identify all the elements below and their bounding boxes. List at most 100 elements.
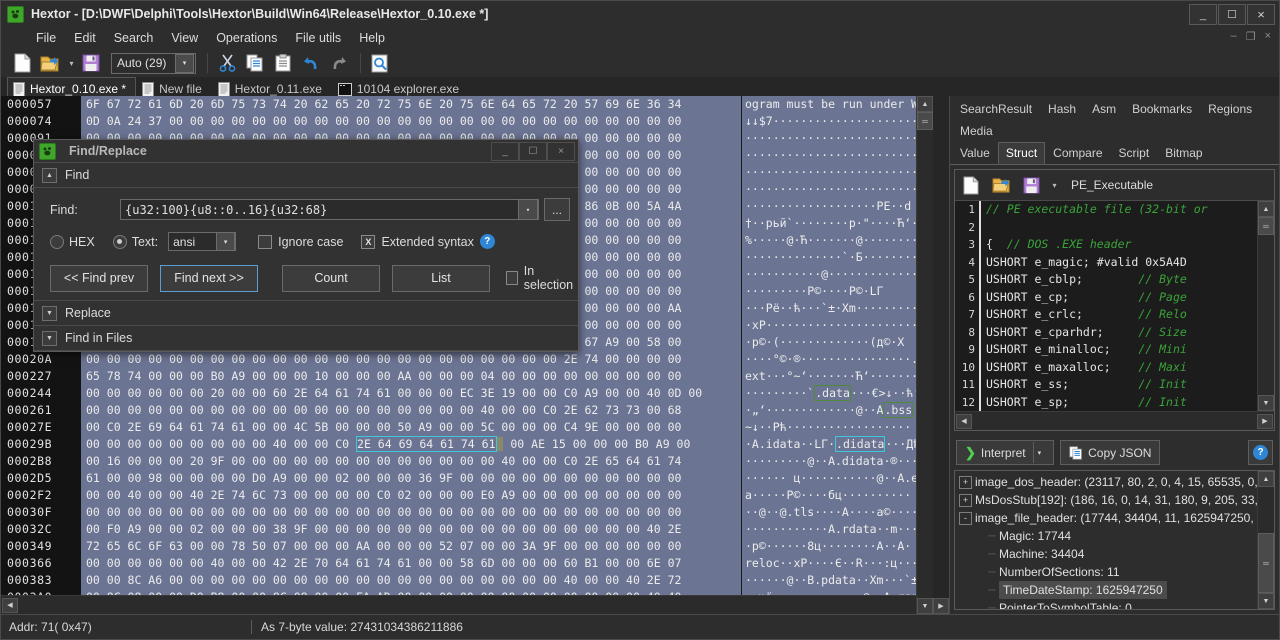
find-dialog-maximize-button[interactable]: ☐ bbox=[519, 142, 547, 161]
hex-bytes[interactable]: 00 00 00 00 00 00 00 00 00 40 00 00 C0 2… bbox=[81, 436, 741, 453]
hex-bytes[interactable]: 65 78 74 00 00 00 B0 A9 00 00 00 10 00 0… bbox=[81, 368, 741, 385]
tab-regions[interactable]: Regions bbox=[1200, 98, 1260, 120]
tab-compare[interactable]: Compare bbox=[1045, 142, 1110, 164]
menu-view[interactable]: View bbox=[162, 29, 207, 47]
hex-bytes[interactable]: 00 00 00 00 00 00 40 00 00 42 2E 70 64 6… bbox=[81, 555, 741, 572]
struct-dropdown-arrow[interactable]: ▾ bbox=[1048, 173, 1061, 197]
hex-bytes[interactable]: 00 00 00 00 00 00 20 00 00 60 2E 64 61 7… bbox=[81, 385, 741, 402]
tab-media[interactable]: Media bbox=[952, 120, 1001, 142]
code-scroll-down-icon[interactable]: ▼ bbox=[1258, 395, 1274, 411]
tree-node[interactable]: ┈ Magic: 17744 bbox=[959, 527, 1274, 545]
hex-row[interactable]: 000366 00 00 00 00 00 00 40 00 00 42 2E 7… bbox=[1, 555, 949, 572]
hex-row[interactable]: 000074 0D 0A 24 37 00 00 00 00 00 00 00 0… bbox=[1, 113, 949, 130]
replace-section-header[interactable]: ▼ Replace bbox=[34, 300, 578, 326]
text-selection[interactable]: .didata bbox=[835, 436, 886, 452]
hex-row[interactable]: 00020A 00 00 00 00 00 00 00 00 00 00 00 0… bbox=[1, 351, 949, 368]
maximize-button[interactable]: ☐ bbox=[1218, 4, 1246, 25]
paste-icon[interactable] bbox=[270, 51, 296, 75]
scroll-down-icon[interactable]: ▼ bbox=[917, 598, 933, 614]
code-scroll-left-icon[interactable]: ◀ bbox=[956, 413, 972, 429]
scroll-right-icon[interactable]: ▶ bbox=[933, 598, 949, 614]
menu-file-utils[interactable]: File utils bbox=[286, 29, 350, 47]
collapse-icon[interactable]: - bbox=[959, 511, 972, 525]
tree-node[interactable]: ┈ Machine: 34404 bbox=[959, 545, 1274, 563]
mdi-close-button[interactable]: × bbox=[1265, 30, 1271, 43]
menu-help[interactable]: Help bbox=[350, 29, 394, 47]
find-input[interactable]: {u32:100}{u8::0..16}{u32:68} ▾ bbox=[120, 199, 539, 220]
hex-row[interactable]: 000227 65 78 74 00 00 00 B0 A9 00 00 00 1… bbox=[1, 368, 949, 385]
new-struct-icon[interactable] bbox=[958, 173, 984, 197]
hex-bytes[interactable]: 00 00 40 00 00 40 2E 74 6C 73 00 00 00 0… bbox=[81, 487, 741, 504]
close-button[interactable]: × bbox=[1247, 4, 1275, 25]
hex-row[interactable]: 0002D5 61 00 00 98 00 00 00 00 D0 A9 00 0… bbox=[1, 470, 949, 487]
tree-node[interactable]: ┈ NumberOfSections: 11 bbox=[959, 563, 1274, 581]
find-section-expander[interactable]: ▲ bbox=[42, 167, 57, 183]
copy-icon[interactable] bbox=[242, 51, 268, 75]
hex-row[interactable]: 00032C 00 F0 A9 00 00 02 00 00 00 38 9F 0… bbox=[1, 521, 949, 538]
hex-row[interactable]: 000349 72 65 6C 6F 63 00 00 78 50 07 00 0… bbox=[1, 538, 949, 555]
save-icon[interactable] bbox=[78, 51, 104, 75]
hex-row[interactable]: 00027E 00 C0 2E 69 64 61 74 61 00 00 4C 5… bbox=[1, 419, 949, 436]
tree-scroll-down-icon[interactable]: ▼ bbox=[1258, 593, 1274, 609]
find-replace-dialog[interactable]: Find/Replace _ ☐ × ▲ Find Find: {u32:100… bbox=[33, 139, 579, 352]
menu-operations[interactable]: Operations bbox=[207, 29, 286, 47]
chevron-down-icon[interactable]: ▾ bbox=[216, 232, 236, 251]
minimize-button[interactable]: _ bbox=[1189, 4, 1217, 25]
tree-vertical-scrollbar[interactable]: ▲ ═ ▼ bbox=[1257, 471, 1274, 609]
find-dialog-minimize-button[interactable]: _ bbox=[491, 142, 519, 161]
scroll-left-icon[interactable]: ◀ bbox=[2, 597, 18, 613]
find-prev-button[interactable]: << Find prev bbox=[50, 264, 148, 292]
find-in-files-section-header[interactable]: ▼ Find in Files bbox=[34, 326, 578, 351]
hex-bytes[interactable]: 0D 0A 24 37 00 00 00 00 00 00 00 00 00 0… bbox=[81, 113, 741, 130]
count-button[interactable]: Count bbox=[282, 264, 380, 292]
tree-node[interactable]: ┈ TimeDateStamp: 1625947250 bbox=[959, 581, 1274, 599]
chevron-down-icon[interactable]: ▾ bbox=[518, 199, 538, 220]
menu-edit[interactable]: Edit bbox=[65, 29, 105, 47]
hex-radio[interactable]: HEX bbox=[50, 234, 95, 249]
tab-bitmap[interactable]: Bitmap bbox=[1157, 142, 1210, 164]
code-scroll-thumb[interactable]: ═ bbox=[1258, 217, 1274, 235]
tab-searchresult[interactable]: SearchResult bbox=[952, 98, 1040, 120]
hex-row[interactable]: 000261 00 00 00 00 00 00 00 00 00 00 00 0… bbox=[1, 402, 949, 419]
hex-vertical-scrollbar[interactable]: ▲ ═ ▼ bbox=[916, 96, 933, 614]
hex-bytes[interactable]: 00 00 00 00 00 00 00 00 00 00 00 00 00 0… bbox=[81, 504, 741, 521]
hex-row[interactable]: 000244 00 00 00 00 00 00 20 00 00 60 2E 6… bbox=[1, 385, 949, 402]
text-radio[interactable]: Text: bbox=[112, 234, 158, 249]
tab-script[interactable]: Script bbox=[1111, 142, 1158, 164]
code-scroll-up-icon[interactable]: ▲ bbox=[1258, 201, 1274, 217]
tab-bookmarks[interactable]: Bookmarks bbox=[1124, 98, 1200, 120]
hex-row[interactable]: 0002B8 00 16 00 00 00 20 9F 00 00 00 00 0… bbox=[1, 453, 949, 470]
find-icon[interactable] bbox=[367, 51, 393, 75]
tree-node[interactable]: ┈ PointerToSymbolTable: 0 bbox=[959, 599, 1274, 609]
find-section-header[interactable]: ▲ Find bbox=[34, 162, 578, 188]
tab-hash[interactable]: Hash bbox=[1040, 98, 1084, 120]
hex-row[interactable]: 0002F2 00 00 40 00 00 40 2E 74 6C 73 00 0… bbox=[1, 487, 949, 504]
help-icon[interactable]: ? bbox=[479, 234, 495, 249]
tree-scroll-thumb[interactable]: ═ bbox=[1258, 533, 1274, 593]
menu-search[interactable]: Search bbox=[105, 29, 163, 47]
find-dialog-close-button[interactable]: × bbox=[547, 142, 575, 161]
open-struct-icon[interactable] bbox=[988, 173, 1014, 197]
code-horizontal-scrollbar[interactable]: ◀ ▶ bbox=[955, 411, 1274, 430]
tab-value[interactable]: Value bbox=[952, 142, 998, 164]
hex-bytes[interactable]: 00 00 8C A6 00 00 00 00 00 00 00 00 00 0… bbox=[81, 572, 741, 589]
in-selection-checkbox[interactable]: In selection bbox=[506, 264, 575, 292]
redo-icon[interactable] bbox=[326, 51, 352, 75]
hex-selection[interactable]: 2E 64 69 64 61 74 61 bbox=[356, 436, 497, 452]
new-file-icon[interactable] bbox=[9, 51, 35, 75]
scroll-thumb[interactable]: ═ bbox=[917, 112, 933, 130]
struct-tree-view[interactable]: + image_dos_header: (23117, 80, 2, 0, 4, … bbox=[954, 470, 1275, 610]
hex-bytes[interactable]: 00 8C 08 00 00 D0 B8 00 00 8C 08 00 00 F… bbox=[81, 589, 741, 595]
open-dropdown-arrow[interactable]: ▾ bbox=[65, 51, 78, 75]
ignore-case-checkbox[interactable]: Ignore case bbox=[258, 234, 343, 249]
mdi-minimize-button[interactable]: – bbox=[1231, 30, 1237, 43]
text-encoding-combo[interactable]: ansi ▾ bbox=[168, 232, 237, 251]
tab-struct[interactable]: Struct bbox=[997, 142, 1046, 164]
menu-file[interactable]: File bbox=[27, 29, 65, 47]
replace-section-expander[interactable]: ▼ bbox=[42, 305, 57, 321]
interpret-button[interactable]: ❯ Interpret ▾ bbox=[956, 440, 1055, 465]
find-in-files-expander[interactable]: ▼ bbox=[42, 330, 57, 346]
hex-bytes[interactable]: 00 F0 A9 00 00 02 00 00 00 38 9F 00 00 0… bbox=[81, 521, 741, 538]
hex-row[interactable]: 00030F 00 00 00 00 00 00 00 00 00 00 00 0… bbox=[1, 504, 949, 521]
copy-json-button[interactable]: Copy JSON bbox=[1060, 440, 1161, 465]
